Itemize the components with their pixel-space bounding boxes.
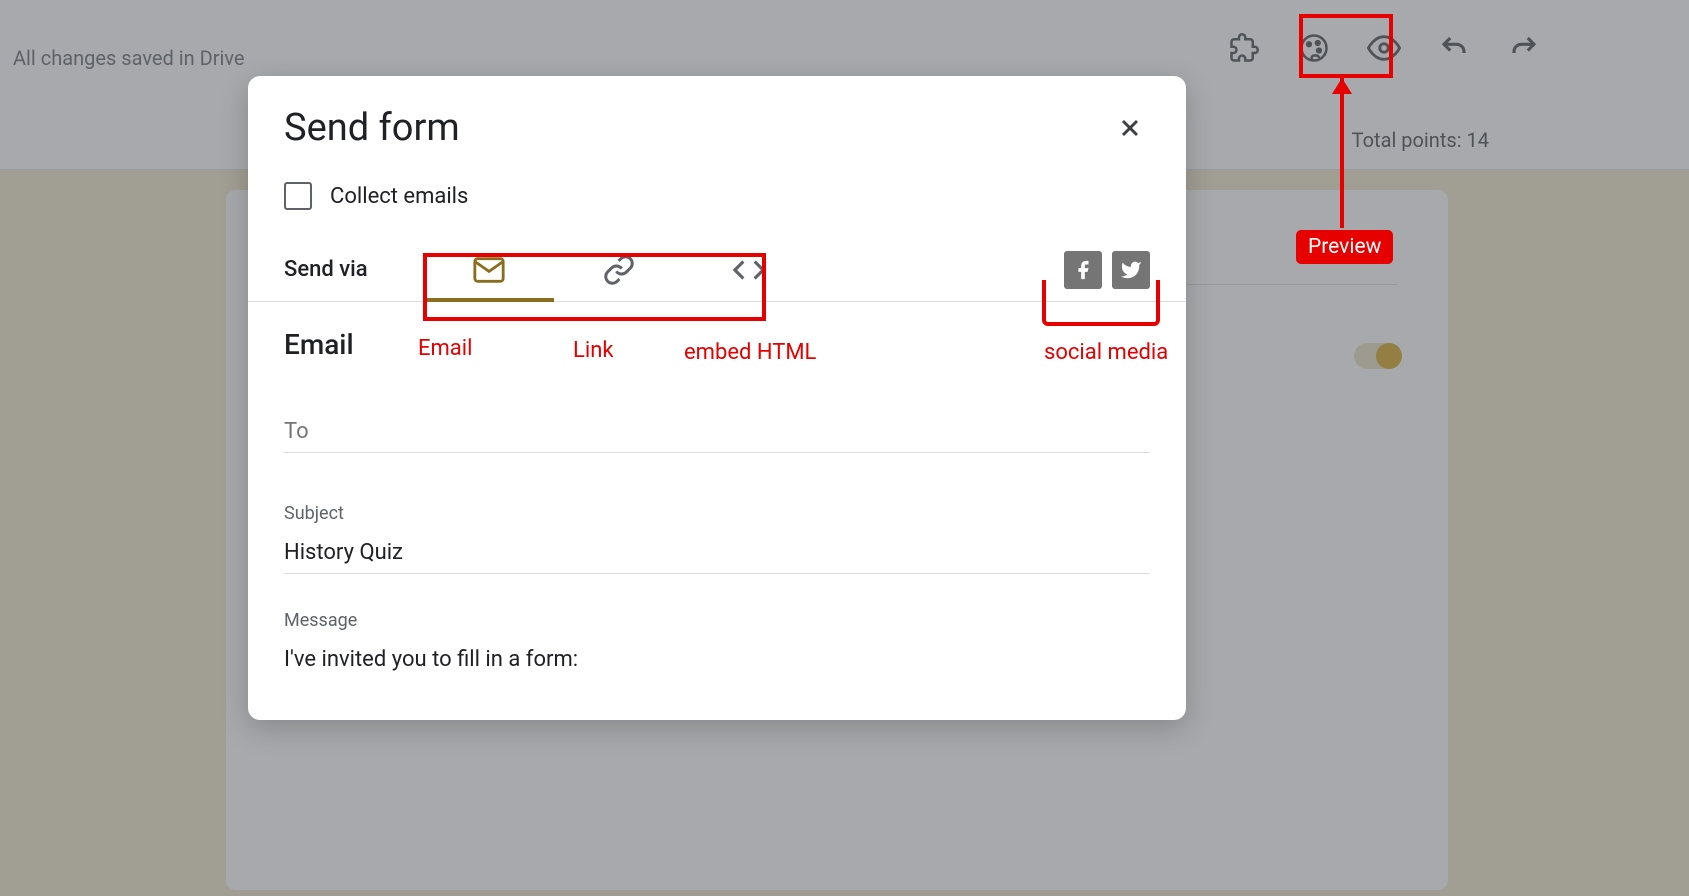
annotation-social-label: social media: [1044, 340, 1168, 365]
sendvia-label: Send via: [284, 257, 424, 282]
message-label: Message: [284, 610, 1150, 631]
subject-field[interactable]: [284, 532, 1150, 574]
mail-icon: [472, 253, 506, 287]
dialog-title: Send form: [284, 106, 460, 150]
tab-embed[interactable]: [684, 238, 814, 302]
twitter-icon: [1120, 259, 1142, 281]
annotation-preview-label: Preview: [1296, 230, 1393, 264]
message-field[interactable]: [284, 639, 1150, 680]
annotation-embed-label: embed HTML: [684, 340, 816, 365]
link-icon: [603, 254, 635, 286]
collect-emails-label: Collect emails: [330, 184, 468, 209]
annotation-social-bracket: [1042, 280, 1160, 326]
close-button[interactable]: [1110, 108, 1150, 148]
to-field[interactable]: [284, 411, 1150, 453]
tab-email[interactable]: [424, 238, 554, 302]
annotation-link-label: Link: [573, 338, 614, 363]
annotation-arrow: [1340, 78, 1344, 228]
subject-label: Subject: [284, 503, 1150, 524]
collect-emails-checkbox[interactable]: [284, 182, 312, 210]
tab-link[interactable]: [554, 238, 684, 302]
annotation-email-label: Email: [418, 336, 472, 361]
code-icon: [732, 253, 766, 287]
send-form-dialog: Send form Collect emails Send via: [248, 76, 1186, 720]
facebook-icon: [1072, 259, 1094, 281]
